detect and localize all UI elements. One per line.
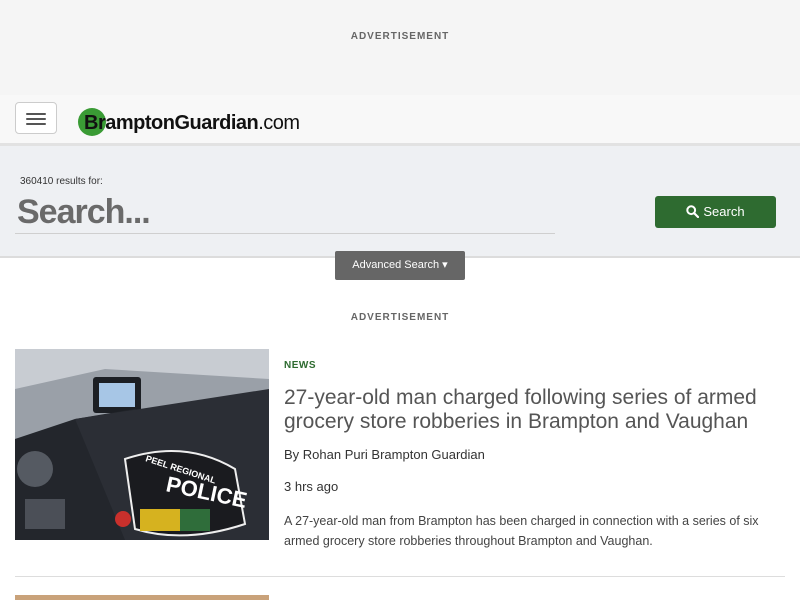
article-summary: A 27-year-old man from Brampton has been… bbox=[284, 514, 759, 548]
article-timestamp: 3 hrs ago bbox=[284, 479, 339, 494]
search-panel: 360410 results for: Search bbox=[0, 146, 800, 258]
police-car-image: POLICE PEEL REGIONAL bbox=[15, 349, 269, 540]
article-byline: By Rohan Puri Brampton Guardian bbox=[284, 447, 485, 462]
hamburger-icon-bar bbox=[26, 123, 46, 125]
results-count: 360410 results for: bbox=[20, 176, 103, 187]
article-headline[interactable]: 27-year-old man charged following series… bbox=[284, 386, 784, 434]
article-item: POLICE PEEL REGIONAL NEWS 27-year-old ma… bbox=[15, 349, 785, 577]
site-logo[interactable]: BramptonGuardian.com bbox=[78, 107, 318, 137]
advanced-search-button[interactable]: Advanced Search ▾ bbox=[335, 251, 465, 280]
logo-main-text: BramptonGuardian bbox=[84, 112, 259, 134]
next-article-thumbnail[interactable] bbox=[15, 595, 269, 600]
ad-label: ADVERTISEMENT bbox=[350, 312, 450, 323]
menu-button[interactable] bbox=[15, 102, 57, 134]
article-category[interactable]: NEWS bbox=[284, 360, 316, 371]
logo-domain-text: .com bbox=[258, 112, 300, 134]
hamburger-icon bbox=[26, 113, 46, 115]
hamburger-icon-bar bbox=[26, 118, 46, 120]
logo-text: BramptonGuardian.com bbox=[84, 112, 300, 135]
navbar: BramptonGuardian.com bbox=[0, 95, 800, 146]
search-input[interactable] bbox=[15, 192, 555, 234]
search-icon bbox=[686, 205, 700, 219]
ad-label: ADVERTISEMENT bbox=[350, 31, 450, 42]
article-thumbnail[interactable]: POLICE PEEL REGIONAL bbox=[15, 349, 269, 540]
search-button-label: Search bbox=[703, 204, 745, 219]
search-button[interactable]: Search bbox=[655, 196, 776, 228]
top-advertisement: ADVERTISEMENT bbox=[0, 0, 800, 95]
